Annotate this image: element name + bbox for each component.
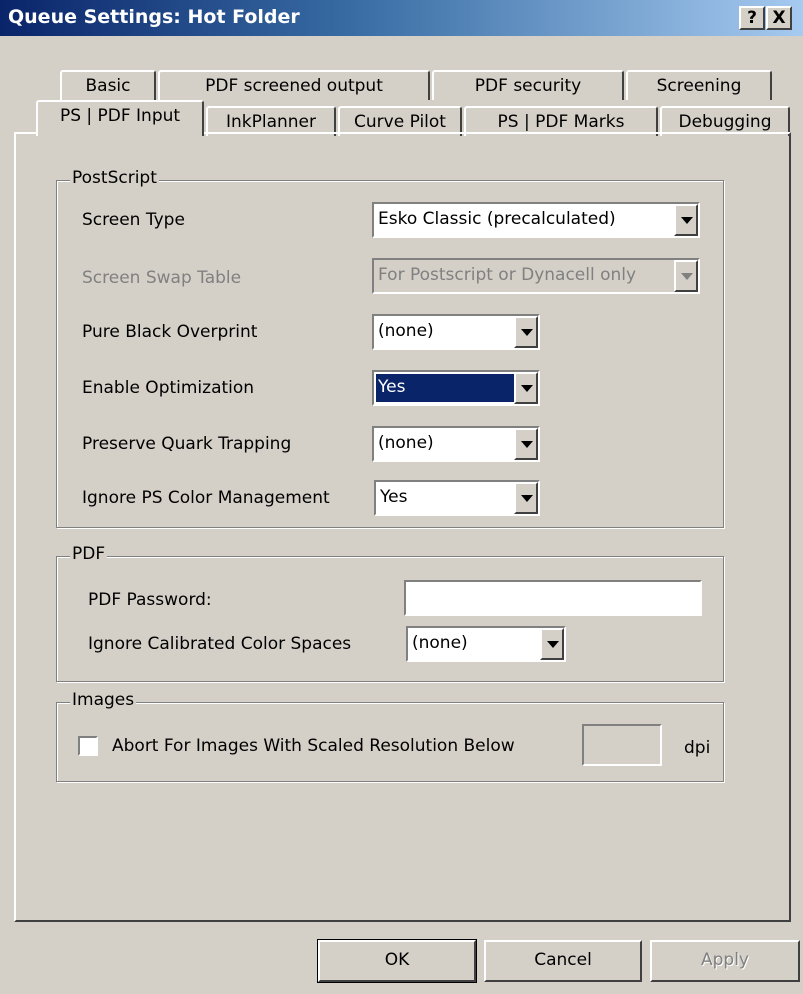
postscript-legend: PostScript: [70, 168, 159, 188]
tab-pdf-security[interactable]: PDF security: [432, 70, 624, 100]
ignore-ps-color-management-dropdown[interactable]: Yes: [374, 480, 540, 516]
chevron-down-icon[interactable]: [540, 628, 564, 660]
ignore-calibrated-dropdown[interactable]: (none): [406, 626, 566, 662]
preserve-quark-trapping-dropdown[interactable]: (none): [372, 426, 540, 462]
tab-ps-pdf-input[interactable]: PS | PDF Input: [36, 100, 204, 136]
pdf-password-field[interactable]: [404, 580, 702, 616]
ignore-ps-color-management-value: Yes: [380, 487, 408, 507]
cancel-button[interactable]: Cancel: [484, 940, 642, 982]
chevron-down-icon[interactable]: [514, 482, 538, 514]
preserve-quark-trapping-label: Preserve Quark Trapping: [82, 434, 292, 454]
enable-optimization-label: Enable Optimization: [82, 378, 255, 398]
chevron-down-icon[interactable]: [674, 204, 698, 236]
resolution-field: [582, 724, 662, 766]
ignore-calibrated-value: (none): [412, 633, 468, 653]
close-button[interactable]: X: [766, 6, 792, 30]
tab-pdf-screened-output[interactable]: PDF screened output: [158, 70, 430, 100]
preserve-quark-trapping-value: (none): [378, 433, 434, 453]
window-title: Queue Settings: Hot Folder: [8, 6, 300, 28]
pure-black-overprint-dropdown[interactable]: (none): [372, 314, 540, 350]
enable-optimization-value: Yes: [378, 377, 406, 397]
abort-images-label[interactable]: Abort For Images With Scaled Resolution …: [112, 736, 515, 756]
pdf-legend: PDF: [70, 544, 108, 564]
screen-type-label: Screen Type: [82, 210, 185, 230]
images-legend: Images: [70, 690, 137, 710]
screen-type-value: Esko Classic (precalculated): [378, 209, 616, 229]
chevron-down-icon[interactable]: [514, 372, 538, 404]
enable-optimization-dropdown[interactable]: Yes: [372, 370, 540, 406]
chevron-down-icon[interactable]: [514, 428, 538, 460]
selection-highlight: Yes: [376, 374, 514, 402]
tab-basic[interactable]: Basic: [60, 70, 156, 100]
dpi-unit-label: dpi: [684, 738, 711, 758]
apply-button: Apply: [650, 940, 800, 982]
abort-images-checkbox[interactable]: [78, 736, 98, 756]
tab-screening[interactable]: Screening: [626, 70, 772, 100]
screen-swap-table-value: For Postscript or Dynacell only: [378, 265, 637, 285]
help-button[interactable]: ?: [739, 6, 765, 30]
screen-type-dropdown[interactable]: Esko Classic (precalculated): [372, 202, 700, 238]
screen-swap-table-dropdown: For Postscript or Dynacell only: [372, 258, 700, 294]
pure-black-overprint-value: (none): [378, 321, 434, 341]
screen-swap-table-label: Screen Swap Table: [82, 268, 242, 288]
ignore-calibrated-label: Ignore Calibrated Color Spaces: [88, 634, 352, 654]
ok-button[interactable]: OK: [317, 939, 477, 983]
chevron-down-icon: [674, 260, 698, 292]
ignore-ps-color-management-label: Ignore PS Color Management: [82, 488, 330, 508]
pdf-password-label: PDF Password:: [88, 590, 212, 610]
pdf-group: [56, 556, 724, 682]
pure-black-overprint-label: Pure Black Overprint: [82, 322, 258, 342]
chevron-down-icon[interactable]: [514, 316, 538, 348]
